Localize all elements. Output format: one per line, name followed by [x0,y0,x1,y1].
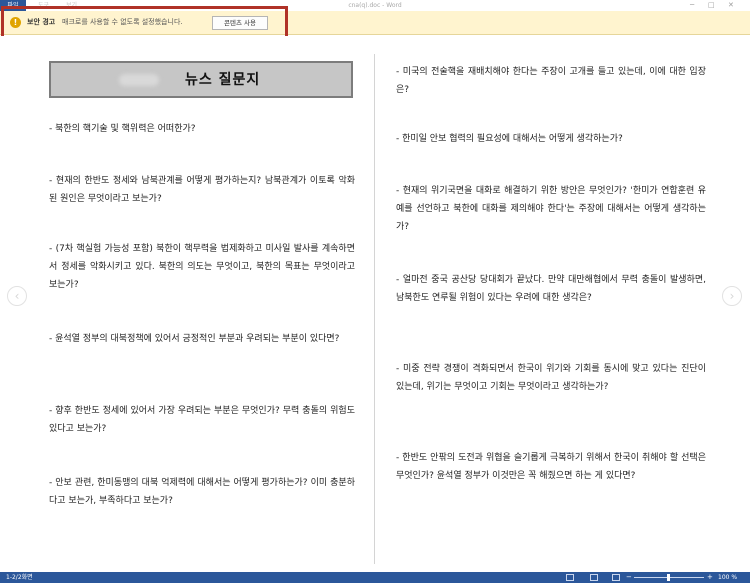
question-item: - (7차 핵실험 가능성 포함) 북한이 핵무력을 법제화하고 미사일 발사를… [49,244,355,290]
zoom-level[interactable]: 100 % [718,572,737,583]
document-title: cna(q).doc - Word [348,2,402,9]
redacted-text [119,74,159,86]
question-item: - 한미일 안보 협력의 필요성에 대해서는 어떻게 생각하는가? [396,134,623,144]
chevron-right-icon[interactable]: › [722,286,742,306]
question-item: - 미국의 전술핵을 재배치해야 한다는 주장이 고개를 들고 있는데, 이에 … [396,67,706,95]
chevron-left-icon[interactable]: ‹ [7,286,27,306]
question-item: - 얼마전 중국 공산당 당대회가 끝났다. 만약 대만해협에서 무력 충돌이 … [396,275,706,303]
web-layout-icon[interactable] [612,574,620,581]
maximize-icon[interactable]: □ [708,0,715,11]
zoom-in-icon[interactable]: + [707,572,713,583]
question-item: - 현재의 한반도 정세와 남북관계를 어떻게 평가하는지? 남북관계가 이토록… [49,176,355,204]
close-icon[interactable]: ✕ [728,0,734,11]
question-item: - 북한의 핵기술 및 핵위력은 어떠한가? [49,124,196,134]
page-indicator: 1-2/2화면 [6,574,33,581]
document-page-area: ‹ › 뉴스 질문지 - 북한의 핵기술 및 핵위력은 어떠한가? - 현재의 … [0,36,750,572]
read-mode-icon[interactable] [566,574,574,581]
question-item: - 한반도 안팎의 도전과 위협을 슬기롭게 극복하기 위해서 한국이 취해야 … [396,453,706,481]
page-title: 뉴스 질문지 [185,72,261,88]
question-item: - 안보 관련, 한미동맹의 대북 억제력에 대해서는 어떻게 평가하는가? 이… [49,478,355,506]
question-item: - 윤석열 정부의 대북정책에 있어서 긍정적인 부분과 우려되는 부분이 있다… [49,334,340,344]
print-layout-icon[interactable] [590,574,598,581]
question-item: - 현재의 위기국면을 대화로 해결하기 위한 방안은 무엇인가? '한미가 연… [396,186,706,232]
zoom-slider-handle[interactable] [667,574,670,581]
column-divider [374,54,375,564]
question-item: - 미중 전략 경쟁이 격화되면서 한국이 위기와 기회를 동시에 맞고 있다는… [396,364,706,392]
question-item: - 향후 한반도 정세에 있어서 가장 우려되는 부분은 무엇인가? 무력 충돌… [49,406,355,434]
document-title-box: 뉴스 질문지 [49,61,353,98]
status-bar: 1-2/2화면 − + 100 % [0,572,750,583]
zoom-out-icon[interactable]: − [626,572,632,583]
minimize-icon[interactable]: ─ [690,0,694,11]
